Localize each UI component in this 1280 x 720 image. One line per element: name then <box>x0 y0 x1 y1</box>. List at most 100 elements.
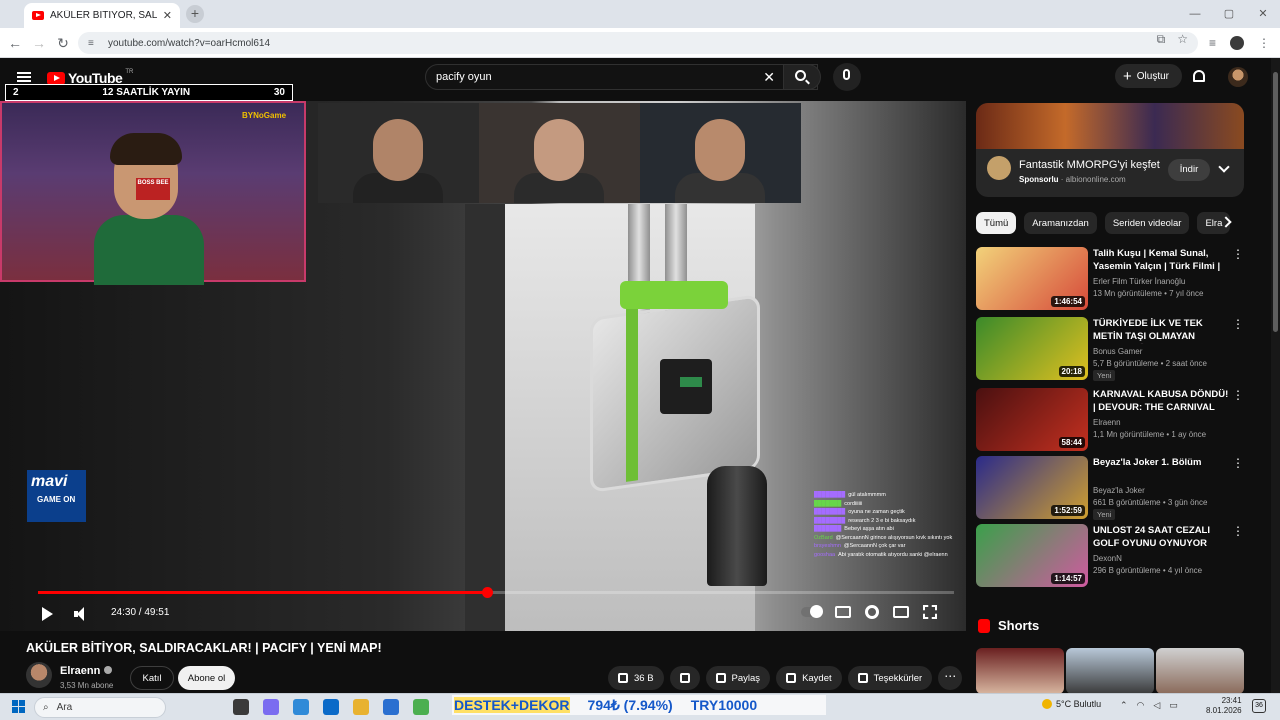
video-thumbnail[interactable]: 1:14:57 <box>976 524 1088 587</box>
filter-chip[interactable]: Tümü <box>976 212 1017 234</box>
fullscreen-icon[interactable] <box>923 605 937 619</box>
reload-button[interactable]: ↻ <box>54 34 72 52</box>
speaker-icon[interactable]: ◁ <box>1153 700 1160 711</box>
video-channel[interactable]: DexonN <box>1093 554 1122 563</box>
browser-tab[interactable]: AKÜLER BİTİYOR, SALDIRACAKLAR ✕ <box>24 3 180 28</box>
clock-time: 23:41 <box>1221 696 1242 705</box>
browser-profile-avatar[interactable] <box>1230 36 1244 50</box>
store-icon[interactable] <box>323 699 339 715</box>
file-explorer-icon[interactable] <box>353 699 369 715</box>
join-button[interactable]: Katıl <box>130 666 174 690</box>
media-control-icon[interactable]: ≡ <box>1209 36 1216 50</box>
tab-close-icon[interactable]: ✕ <box>163 9 172 22</box>
maximize-button[interactable]: ▢ <box>1212 0 1246 28</box>
short-thumbnail[interactable] <box>1066 648 1154 694</box>
video-title[interactable]: KARNAVAL KABUSA DÖNDÜ! | DEVOUR: THE CAR… <box>1093 388 1230 414</box>
play-icon[interactable] <box>42 607 53 621</box>
share-icon <box>715 673 726 683</box>
video-title[interactable]: UNLOST 24 SAAT CEZALI GOLF OYUNU OYNUYOR… <box>1093 524 1230 551</box>
video-thumbnail[interactable]: 20:18 <box>976 317 1088 380</box>
windows-start-icon[interactable] <box>12 700 25 713</box>
volume-icon[interactable] <box>74 607 90 621</box>
create-label: Oluştur <box>1136 70 1169 82</box>
short-thumbnail[interactable] <box>976 648 1064 694</box>
recommended-video[interactable]: 1:14:57 UNLOST 24 SAAT CEZALI GOLF OYUNU … <box>976 524 1246 588</box>
filter-chip[interactable]: Seriden videolar <box>1104 212 1190 234</box>
video-meta: 1,1 Mn görüntüleme • 1 ay önce <box>1093 430 1207 439</box>
short-thumbnail[interactable] <box>1156 648 1244 694</box>
dislike-button[interactable] <box>669 666 700 690</box>
weather-widget[interactable]: 5°C Bulutlu <box>1042 699 1101 709</box>
site-info-icon[interactable]: ≡ <box>88 38 100 49</box>
more-options-icon[interactable] <box>1232 317 1244 331</box>
copilot-icon[interactable] <box>263 699 279 715</box>
create-button[interactable]: + Oluştur <box>1115 64 1182 88</box>
save-button[interactable]: Kaydet <box>776 666 842 690</box>
more-options-icon[interactable] <box>1232 456 1244 470</box>
app-icon[interactable] <box>383 699 399 715</box>
video-thumbnail[interactable]: 1:46:54 <box>976 247 1088 310</box>
video-channel[interactable]: Beyaz'la Joker <box>1093 486 1145 495</box>
edge-icon[interactable] <box>293 699 309 715</box>
battery-icon[interactable]: ▭ <box>1169 700 1178 711</box>
recommended-video[interactable]: 1:46:54 Talih Kuşu | Kemal Sunal, Yasemin… <box>976 247 1246 311</box>
address-bar[interactable]: ≡ youtube.com/watch?v=oarHcmol614 <box>78 32 1198 54</box>
video-thumbnail[interactable]: 1:52:59 <box>976 456 1088 519</box>
page-scrollbar[interactable] <box>1271 58 1280 693</box>
notifications-bell-icon[interactable] <box>1193 70 1205 82</box>
cast-icon[interactable]: ⧉ <box>1157 32 1166 47</box>
account-avatar[interactable] <box>1228 67 1248 87</box>
video-thumbnail[interactable]: 58:44 <box>976 388 1088 451</box>
like-button[interactable]: 36 B <box>608 666 664 690</box>
video-channel[interactable]: Bonus Gamer <box>1093 347 1142 356</box>
subtitles-icon[interactable] <box>835 606 851 618</box>
progress-bar[interactable] <box>38 587 954 598</box>
forward-button[interactable]: → <box>30 34 48 52</box>
recommended-video[interactable]: 58:44 KARNAVAL KABUSA DÖNDÜ! | DEVOUR: TH… <box>976 388 1246 452</box>
notification-badge[interactable]: 36 <box>1252 699 1266 713</box>
autoplay-toggle[interactable] <box>801 605 823 618</box>
search-value: pacify oyun <box>436 71 492 83</box>
sponsored-ad-card[interactable]: Fantastik MMORPG'yi keşfet Sponsorlu · a… <box>976 103 1244 197</box>
tray-chevron-icon[interactable]: ⌃ <box>1120 700 1128 711</box>
menu-hamburger-icon[interactable] <box>17 72 31 82</box>
subscribe-button[interactable]: Abone ol <box>178 666 235 690</box>
video-channel[interactable]: Elraenn <box>1093 418 1121 427</box>
recommended-video[interactable]: 1:52:59 Beyaz'la Joker 1. Bölüm Beyaz'la J… <box>976 456 1246 520</box>
thanks-button[interactable]: Teşekkürler <box>847 666 933 690</box>
filter-chip[interactable]: Aramanızdan <box>1024 212 1097 234</box>
scrollbar-thumb[interactable] <box>1273 72 1278 332</box>
minimize-button[interactable]: — <box>1178 0 1212 28</box>
progress-scrubber[interactable] <box>481 587 493 598</box>
task-view-icon[interactable] <box>233 699 249 715</box>
settings-gear-icon[interactable] <box>865 605 879 619</box>
more-options-icon[interactable] <box>1232 388 1244 402</box>
chrome-icon[interactable] <box>413 699 429 715</box>
back-button[interactable]: ← <box>6 34 24 52</box>
taskbar-clock[interactable]: 23:41 8.01.2026 <box>1206 696 1242 716</box>
ad-banner-image[interactable] <box>976 103 1244 149</box>
share-button[interactable]: Paylaş <box>705 666 771 690</box>
video-channel[interactable]: Erler Film Türker İnanoğlu <box>1093 277 1185 286</box>
recommended-video[interactable]: 20:18 TÜRKİYEDE İLK VE TEK METİN TAŞI OLM… <box>976 317 1246 381</box>
video-title[interactable]: Beyaz'la Joker 1. Bölüm <box>1093 456 1230 469</box>
more-options-icon[interactable] <box>1232 247 1244 261</box>
search-input[interactable]: pacify oyun ✕ <box>425 64 818 90</box>
more-options-icon[interactable] <box>1232 524 1244 538</box>
miniplayer-icon[interactable] <box>893 606 909 618</box>
channel-avatar[interactable] <box>26 662 52 688</box>
wifi-icon[interactable]: ◠ <box>1137 700 1145 711</box>
bookmark-star-icon[interactable]: ☆ <box>1177 32 1188 47</box>
search-clear-icon[interactable]: ✕ <box>763 69 775 86</box>
chevron-down-icon[interactable] <box>1218 161 1230 173</box>
close-window-button[interactable]: ✕ <box>1246 0 1280 28</box>
video-title[interactable]: Talih Kuşu | Kemal Sunal, Yasemin Yalçın… <box>1093 247 1230 274</box>
more-actions-button[interactable]: ⋯ <box>938 666 963 690</box>
browser-menu-icon[interactable]: ⋮ <box>1258 36 1270 50</box>
video-title[interactable]: TÜRKİYEDE İLK VE TEK METİN TAŞI OLMAYAN … <box>1093 317 1230 344</box>
channel-name[interactable]: Elraenn <box>60 665 113 677</box>
new-tab-button[interactable]: + <box>186 5 204 23</box>
thanks-label: Teşekkürler <box>873 672 923 684</box>
taskbar-search[interactable]: ⌕ Ara <box>34 697 166 718</box>
ad-download-button[interactable]: İndir <box>1168 159 1210 181</box>
